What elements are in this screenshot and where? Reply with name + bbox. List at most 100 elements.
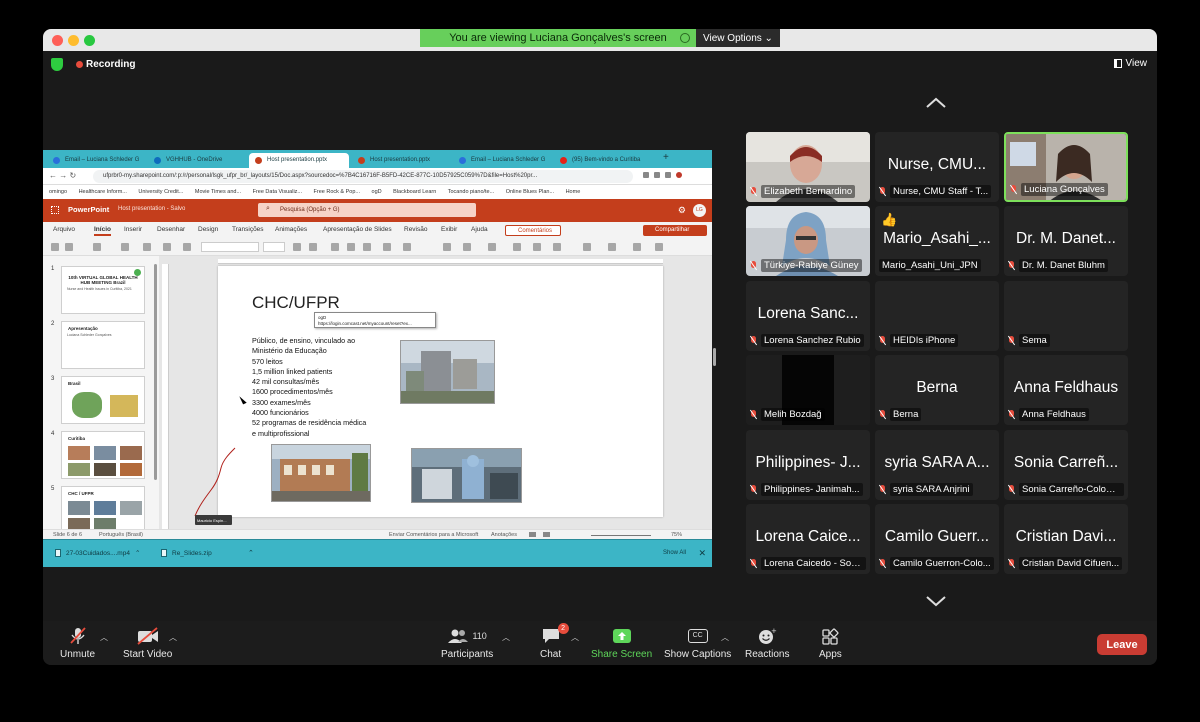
- bookmark[interactable]: omingo: [49, 189, 67, 195]
- participant-tile[interactable]: Anna Feldhaus Anna Feldhaus: [1004, 355, 1128, 425]
- start-video-button[interactable]: Start Video: [123, 627, 172, 660]
- profile-icon[interactable]: [676, 172, 682, 178]
- participants-options-chevron-icon[interactable]: ︿: [502, 632, 510, 643]
- apps-button[interactable]: Apps: [819, 627, 842, 660]
- extension-icon[interactable]: [654, 172, 660, 178]
- tab-ajuda[interactable]: Ajuda: [471, 226, 488, 233]
- gallery-page-down-icon[interactable]: [925, 595, 947, 607]
- new-slide-icon[interactable]: [121, 243, 129, 251]
- participant-tile[interactable]: Philippines- J... Philippines- Janimah...: [746, 430, 870, 500]
- font-shrink-icon[interactable]: [309, 243, 317, 251]
- chat-options-chevron-icon[interactable]: ︿: [571, 632, 579, 643]
- participant-tile[interactable]: Cristian Davi... Cristian David Cifuen...: [1004, 504, 1128, 574]
- participant-tile[interactable]: syria SARA A... syria SARA Anjrini: [875, 430, 999, 500]
- search-input[interactable]: ⌕ Pesquisa (Opção + G): [258, 203, 476, 217]
- sorter-view-icon[interactable]: [543, 532, 550, 537]
- zoom-level[interactable]: 75%: [671, 532, 682, 538]
- participant-tile[interactable]: HEIDIs iPhone: [875, 281, 999, 351]
- picture-icon[interactable]: [183, 243, 191, 251]
- url-field[interactable]: ufprbr0-my.sharepoint.com/:p:/r/personal…: [93, 170, 633, 183]
- document-title[interactable]: Host presentation - Salvo: [118, 206, 185, 212]
- participant-tile[interactable]: Sema: [1004, 281, 1128, 351]
- browser-tab[interactable]: Email – Luciana Schleder G: [47, 153, 145, 168]
- gear-icon[interactable]: ⚙: [678, 205, 686, 216]
- shield-icon[interactable]: [51, 58, 63, 71]
- tab-inicio[interactable]: Início: [94, 226, 111, 236]
- tab-animacoes[interactable]: Animações: [275, 226, 307, 233]
- normal-view-icon[interactable]: [529, 532, 536, 537]
- extension-icon[interactable]: [665, 172, 671, 178]
- new-tab-button[interactable]: +: [663, 152, 669, 163]
- participant-tile[interactable]: Nurse, CMU... Nurse, CMU Staff - T...: [875, 132, 999, 202]
- bookmark[interactable]: Healthcare Inform...: [79, 189, 127, 195]
- participant-tile[interactable]: Melih Bozdağ: [746, 355, 870, 425]
- bullets-icon[interactable]: [443, 243, 451, 251]
- tab-transicoes[interactable]: Transições: [232, 226, 264, 233]
- participant-tile[interactable]: Dr. M. Danet... Dr. M. Danet Bluhm: [1004, 206, 1128, 276]
- undo-icon[interactable]: [51, 243, 59, 251]
- minimize-window-button[interactable]: [68, 35, 79, 46]
- italic-icon[interactable]: [347, 243, 355, 251]
- numbering-icon[interactable]: [463, 243, 471, 251]
- layout-icon[interactable]: [143, 243, 151, 251]
- slide-thumbnail[interactable]: Apresentação Luciana Schleder Gonçalves: [61, 321, 145, 369]
- zoom-slider[interactable]: [591, 535, 651, 536]
- styles-icon[interactable]: [553, 243, 561, 251]
- bookmark[interactable]: Tocando piano/te...: [448, 189, 494, 195]
- tab-inserir[interactable]: Inserir: [124, 226, 142, 233]
- arrange-icon[interactable]: [533, 243, 541, 251]
- bookmark[interactable]: ogD: [372, 189, 382, 195]
- app-launcher-icon[interactable]: [51, 206, 59, 214]
- slide-canvas[interactable]: CHC/UFPR Público, de ensino, vinculado a…: [218, 266, 663, 517]
- browser-tab[interactable]: VGHHUB - OneDrive: [148, 153, 246, 168]
- gallery-page-up-icon[interactable]: [925, 97, 947, 109]
- building-photo[interactable]: [271, 444, 371, 502]
- redo-icon[interactable]: [65, 243, 73, 251]
- slide-thumbnail[interactable]: Brasil: [61, 376, 145, 424]
- align-icon[interactable]: [488, 243, 496, 251]
- shapes-icon[interactable]: [513, 243, 521, 251]
- bold-icon[interactable]: [331, 243, 339, 251]
- zoom-window-button[interactable]: [84, 35, 95, 46]
- bookmark[interactable]: University Credit...: [138, 189, 183, 195]
- section-icon[interactable]: [163, 243, 171, 251]
- share-screen-button[interactable]: Share Screen: [591, 627, 652, 660]
- highlight-icon[interactable]: [383, 243, 391, 251]
- participant-tile[interactable]: Sonia Carreñ... Sonia Carreño-Colom...: [1004, 430, 1128, 500]
- extension-icon[interactable]: [643, 172, 649, 178]
- reactions-button[interactable]: + Reactions: [745, 627, 789, 660]
- bookmark[interactable]: Blackboard Learn: [393, 189, 436, 195]
- share-button[interactable]: Compartilhar: [643, 225, 707, 236]
- tab-exibir[interactable]: Exibir: [441, 226, 457, 233]
- bookmark[interactable]: Free Data Visualiz...: [253, 189, 302, 195]
- comments-button[interactable]: Comentários: [505, 225, 561, 236]
- participant-tile[interactable]: Camilo Guerr... Camilo Guerron-Colo...: [875, 504, 999, 574]
- browser-tab[interactable]: (95) Bem-vindo a Curitiba: [554, 153, 652, 168]
- clipboard-icon[interactable]: [93, 243, 101, 251]
- slide-thumbnail[interactable]: 10th VIRTUAL GLOBAL HEALTH HUB MEETING B…: [61, 266, 145, 314]
- view-button[interactable]: View: [1113, 58, 1147, 69]
- recording-label[interactable]: Recording: [86, 59, 135, 70]
- underline-icon[interactable]: [363, 243, 371, 251]
- feedback-link[interactable]: Enviar Comentários para a Microsoft: [389, 532, 478, 538]
- extension-icons[interactable]: [643, 172, 682, 178]
- participant-tile[interactable]: Lorena Sanc... Lorena Sanchez Rubio: [746, 281, 870, 351]
- bookmark[interactable]: Free Rock & Pop...: [314, 189, 360, 195]
- participants-button[interactable]: 110 Participants: [441, 627, 493, 660]
- language-indicator[interactable]: Português (Brasil): [99, 532, 143, 538]
- participant-tile[interactable]: 👍 Mario_Asahi_... Mario_Asahi_Uni_JPN: [875, 206, 999, 276]
- close-icon[interactable]: ✕: [698, 548, 706, 559]
- close-window-button[interactable]: [52, 35, 63, 46]
- browser-tab-active[interactable]: Host presentation.pptx: [249, 153, 349, 168]
- participant-tile[interactable]: Luciana Gonçalves: [1004, 132, 1128, 202]
- bookmark[interactable]: Home: [566, 189, 581, 195]
- font-family-select[interactable]: [201, 242, 259, 252]
- chevron-up-icon[interactable]: ⌃: [135, 549, 140, 557]
- tab-desenhar[interactable]: Desenhar: [157, 226, 185, 233]
- bookmark[interactable]: Movie Times and...: [195, 189, 241, 195]
- bookmark[interactable]: Online Blues Plan...: [506, 189, 554, 195]
- find-icon[interactable]: [583, 243, 591, 251]
- chevron-up-icon[interactable]: ⌃: [248, 549, 254, 557]
- show-all-downloads-button[interactable]: Show All: [663, 550, 686, 556]
- browser-tab[interactable]: Host presentation.pptx: [352, 153, 450, 168]
